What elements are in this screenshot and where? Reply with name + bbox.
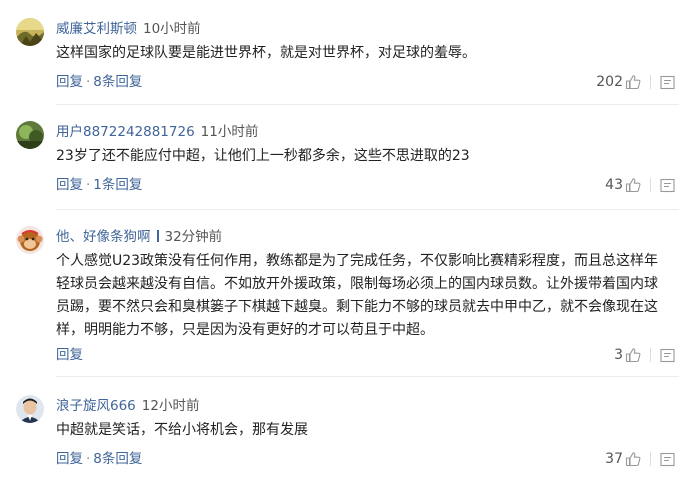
separator-dot: · [86,451,91,467]
comment-icon[interactable] [660,178,675,193]
comment-meta: 浪子旋风666 12小时前 [56,396,199,416]
username[interactable]: 用户8872242881726 [56,124,195,140]
comment-stats: 202 [596,73,675,91]
landscape-avatar-icon [16,18,44,46]
stats-divider [650,75,651,89]
comment-time: 32分钟前 [164,229,223,245]
view-replies-button[interactable]: 8条回复 [93,74,142,90]
user-badge [156,230,159,242]
comment-time: 10小时前 [143,21,201,37]
user-avatar[interactable] [16,226,44,254]
reply-button[interactable]: 回复 [56,74,83,90]
user-avatar[interactable] [16,121,44,149]
comment-icon[interactable] [660,348,675,363]
reply-button[interactable]: 回复 [56,347,83,363]
like-count: 37 [605,451,623,467]
thumbs-up-icon[interactable] [625,74,641,90]
comment-stats: 37 [605,450,675,468]
comment-icon[interactable] [660,452,675,467]
view-replies-button[interactable]: 1条回复 [93,177,142,193]
username[interactable]: 他、好像条狗啊 [56,229,151,245]
comment-divider [56,104,679,105]
comment-text: 这样国家的足球队要是能进世界杯，就是对世界杯，对足球的羞辱。 [56,45,476,61]
user-avatar[interactable] [16,18,44,46]
username[interactable]: 浪子旋风666 [56,398,136,414]
comment-time: 12小时前 [141,398,200,414]
like-count: 202 [596,74,623,90]
nature-avatar-icon [16,121,44,149]
comment-meta: 用户8872242881726 11小时前 [56,122,258,142]
comment-actions: 回复 [56,346,83,364]
comment-text: 中超就是笑话，不给小将机会，那有发展 [56,422,308,438]
like-count: 3 [614,347,623,363]
comment-text: 23岁了还不能应付中超，让他们上一秒都多余，这些不思进取的23 [56,148,470,164]
like-count: 43 [605,177,623,193]
comment-icon[interactable] [660,75,675,90]
username[interactable]: 威廉艾利斯顿 [56,21,137,37]
stats-divider [650,178,651,192]
comment-actions: 回复 · 8条回复 [56,450,142,468]
comment-stats: 43 [605,176,675,194]
reply-button[interactable]: 回复 [56,177,83,193]
comment-meta: 他、好像条狗啊 32分钟前 [56,227,222,247]
user-avatar[interactable] [16,395,44,423]
comment-meta: 威廉艾利斯顿 10小时前 [56,19,201,39]
comment-stats: 3 [614,346,675,364]
stats-divider [650,452,651,466]
person-avatar-icon [16,395,44,423]
comment-divider [56,209,679,210]
comment-time: 11小时前 [200,124,259,140]
comment-actions: 回复 · 1条回复 [56,176,142,194]
view-replies-button[interactable]: 8条回复 [93,451,142,467]
comment-divider [56,376,679,377]
separator-dot: · [86,177,91,193]
monkey-avatar-icon [16,226,44,254]
thumbs-up-icon[interactable] [625,347,641,363]
thumbs-up-icon[interactable] [625,451,641,467]
reply-button[interactable]: 回复 [56,451,83,467]
stats-divider [650,348,651,362]
thumbs-up-icon[interactable] [625,177,641,193]
separator-dot: · [86,74,91,90]
comment-text: 个人感觉U23政策没有任何作用，教练都是为了完成任务，不仅影响比赛精彩程度，而且… [56,253,659,338]
comment-actions: 回复 · 8条回复 [56,73,142,91]
